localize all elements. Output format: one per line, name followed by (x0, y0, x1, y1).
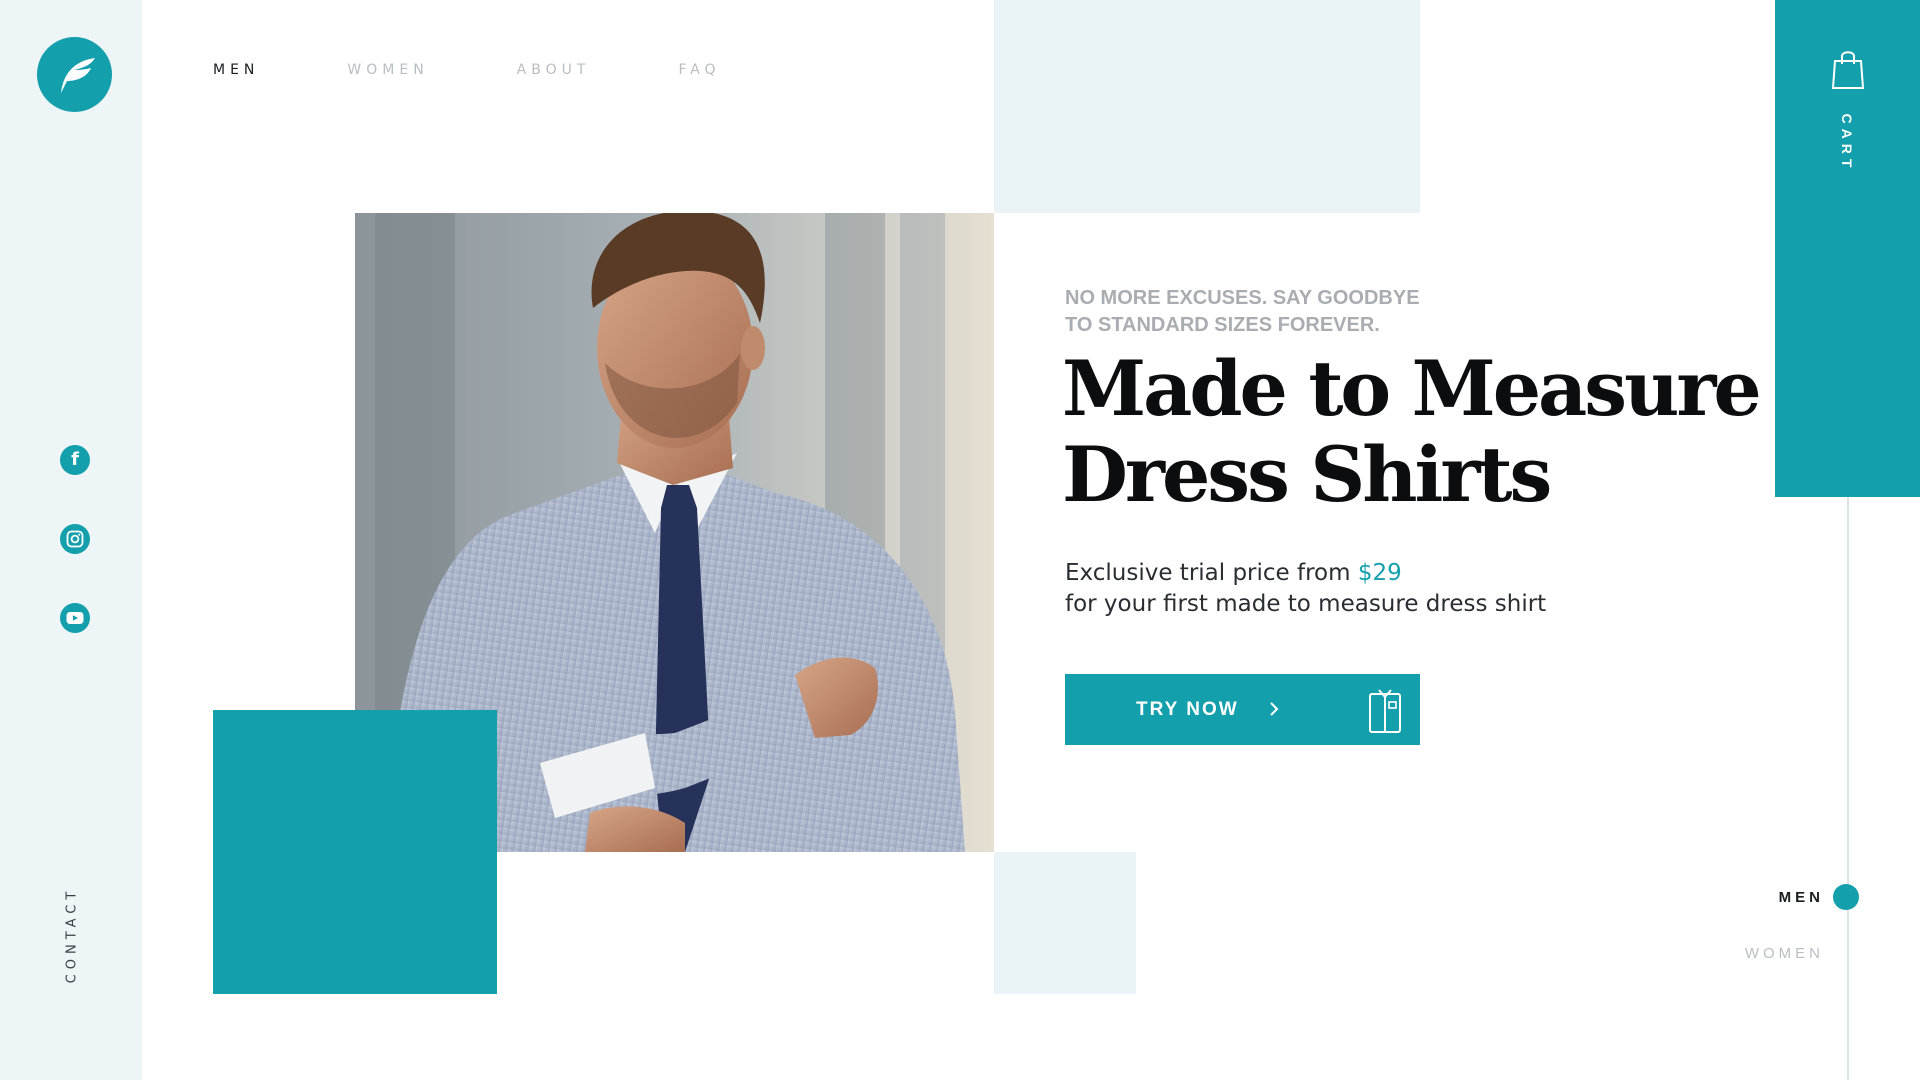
hero-subtext-line-2: for your first made to measure dress shi… (1065, 591, 1547, 617)
decorative-block-bottom (994, 852, 1136, 994)
brand-logo-icon[interactable] (37, 37, 112, 112)
nav-item-men[interactable]: MEN (213, 62, 259, 78)
chevron-right-icon (1270, 702, 1279, 716)
section-nav-men[interactable]: MEN (1779, 889, 1824, 906)
decorative-block-top (994, 0, 1420, 213)
section-nav-line (1847, 497, 1849, 1080)
youtube-icon[interactable] (60, 603, 90, 633)
decorative-teal-square (213, 710, 497, 994)
hero-headline: Made to Measure Dress Shirts (1062, 344, 1762, 519)
shirt-icon (1369, 689, 1401, 733)
contact-link[interactable]: CONTACT (65, 887, 80, 984)
cart-panel[interactable]: CART (1775, 0, 1920, 497)
hero-headline-line-1: Made to Measure (1062, 344, 1762, 433)
hero-tagline-line-2: TO STANDARD SIZES FOREVER. (1065, 314, 1380, 336)
hero-tagline: NO MORE EXCUSES. SAY GOODBYE TO STANDARD… (1065, 285, 1495, 339)
hero-headline-line-2: Dress Shirts (1062, 430, 1552, 519)
cart-label[interactable]: CART (1839, 114, 1855, 173)
left-sidebar: f CONTACT (0, 0, 142, 1080)
nav-item-about[interactable]: ABOUT (517, 62, 591, 78)
price-highlight: $29 (1357, 560, 1402, 586)
hero-subtext: Exclusive trial price from $29 for your … (1065, 558, 1546, 620)
nav-item-faq[interactable]: FAQ (678, 62, 720, 78)
instagram-icon[interactable] (60, 524, 90, 554)
nav-item-women[interactable]: WOMEN (347, 62, 428, 78)
try-now-label: TRY NOW (1136, 698, 1239, 720)
section-nav-women[interactable]: WOMEN (1745, 945, 1824, 962)
hero-subtext-prefix: Exclusive trial price from (1065, 560, 1358, 586)
facebook-icon[interactable]: f (60, 445, 90, 475)
shopping-bag-icon (1832, 51, 1864, 89)
active-section-indicator (1833, 884, 1859, 910)
hero-tagline-line-1: NO MORE EXCUSES. SAY GOODBYE (1065, 287, 1420, 309)
try-now-button[interactable]: TRY NOW (1065, 674, 1420, 745)
hero-subtext-line-1: Exclusive trial price from $29 (1065, 558, 1546, 589)
top-navigation: MEN WOMEN ABOUT FAQ (213, 62, 809, 78)
